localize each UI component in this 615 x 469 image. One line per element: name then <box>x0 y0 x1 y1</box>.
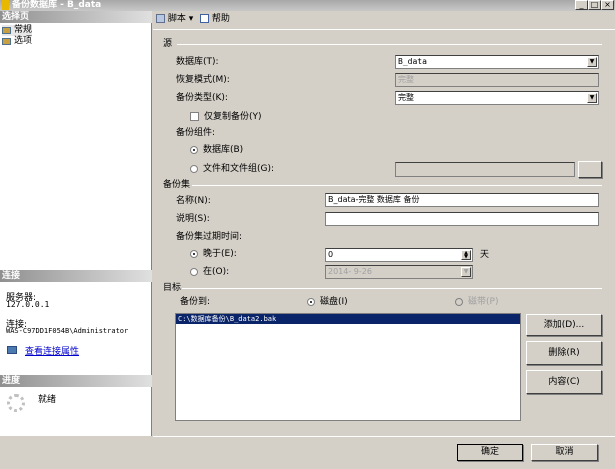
database-select[interactable]: B_data ▼ <box>395 55 599 69</box>
disk-radio[interactable]: 磁盘(I) <box>307 296 348 308</box>
recovery-model-field: 完整 <box>395 73 599 87</box>
database-value: B_data <box>398 57 427 66</box>
expire-label: 备份集过期时间: <box>176 232 243 242</box>
expire-after-radio[interactable]: 晚于(E): <box>190 248 237 260</box>
radio-label: 在(O): <box>203 267 230 277</box>
radio-icon <box>190 145 198 154</box>
spinner-arrows-icon[interactable]: ▲ ▼ <box>461 250 471 260</box>
name-label: 名称(N): <box>176 196 211 206</box>
backup-to-label: 备份到: <box>180 297 211 307</box>
chevron-down-icon: ▼ <box>461 267 471 277</box>
radio-label: 数据库(B) <box>203 145 244 155</box>
date-value: 2014- 9-26 <box>328 267 372 276</box>
script-label: 脚本 <box>167 14 186 24</box>
help-icon <box>200 14 209 23</box>
chevron-down-icon: ▼ <box>587 93 597 103</box>
connection-value: WAS-C97DD1F054B\Administrator <box>6 327 129 335</box>
database-label: 数据库(T): <box>176 57 219 67</box>
expire-on-radio[interactable]: 在(O): <box>190 266 229 278</box>
toolbar-divider <box>153 29 615 30</box>
chevron-down-icon: ▼ <box>587 57 597 67</box>
tape-radio: 磁带(P) <box>455 296 498 308</box>
recovery-model-label: 恢复模式(M): <box>176 75 230 85</box>
backup-component-label: 备份组件: <box>176 128 216 138</box>
select-page-header: 选择页 <box>0 11 152 23</box>
footer-divider <box>153 436 615 437</box>
dropdown-arrow-icon: ▾ <box>188 14 194 24</box>
radio-label: 磁盘(I) <box>320 297 348 307</box>
minimize-button[interactable]: _ <box>575 0 588 10</box>
database-icon <box>2 0 9 10</box>
connection-header: 连接 <box>0 270 152 282</box>
page-general[interactable]: 常规 <box>2 25 33 36</box>
radio-icon <box>455 297 463 306</box>
backup-type-label: 备份类型(K): <box>176 93 228 103</box>
expire-date-picker: 2014- 9-26 ▼ <box>325 265 473 279</box>
remove-button[interactable]: 删除(R) <box>526 341 602 365</box>
title-bar: 备份数据库 - B_data <box>0 0 615 11</box>
close-button[interactable]: × <box>601 0 614 10</box>
help-label: 帮助 <box>211 14 230 24</box>
cancel-button[interactable]: 取消 <box>531 444 598 461</box>
ok-button[interactable]: 确定 <box>457 444 523 461</box>
view-connection-properties-link[interactable]: 查看连接属性 <box>25 344 79 357</box>
backup-set-section-title: 备份集 <box>163 180 191 190</box>
divider <box>177 44 602 45</box>
destination-section-title: 目标 <box>163 283 182 293</box>
server-value: 127.0.0.1 <box>6 300 50 309</box>
description-label: 说明(S): <box>176 214 210 224</box>
help-button[interactable]: 帮助 <box>200 13 230 26</box>
backup-type-select[interactable]: 完整 ▼ <box>395 91 599 105</box>
page-label: 常规 <box>14 25 33 35</box>
source-section-title: 源 <box>163 39 173 49</box>
checkbox-icon <box>190 112 199 121</box>
add-button[interactable]: 添加(D)... <box>526 314 602 336</box>
page-icon <box>2 27 11 34</box>
script-button[interactable]: 脚本 ▾ <box>156 13 193 26</box>
radio-label: 晚于(E): <box>203 249 237 259</box>
radio-icon <box>307 297 315 306</box>
left-panel: 选择页 常规 选项 连接 服务器: 127.0.0.1 连接: WAS-C97D… <box>0 11 152 436</box>
destination-list[interactable]: C:\数据库备份\B_data2.bak <box>175 313 521 421</box>
script-icon <box>156 14 165 23</box>
progress-header: 进度 <box>0 375 152 387</box>
divider <box>182 288 602 289</box>
connection-properties-icon <box>7 346 17 354</box>
copy-only-checkbox[interactable]: 仅复制备份(Y) <box>190 111 262 123</box>
backup-type-value: 完整 <box>398 93 414 102</box>
files-field <box>395 162 575 177</box>
divider <box>192 185 602 186</box>
page-icon <box>2 38 11 45</box>
contents-button[interactable]: 内容(C) <box>526 370 602 394</box>
radio-label: 文件和文件组(G): <box>203 164 275 174</box>
progress-spinner-icon <box>7 394 25 412</box>
page-options[interactable]: 选项 <box>2 36 32 47</box>
description-input[interactable] <box>325 212 599 226</box>
window-title: 备份数据库 - B_data <box>12 0 102 10</box>
radio-icon <box>190 249 198 258</box>
name-input[interactable]: B_data-完整 数据库 备份 <box>325 193 599 207</box>
radio-icon <box>190 164 198 173</box>
copy-only-label: 仅复制备份(Y) <box>204 112 262 122</box>
list-item[interactable]: C:\数据库备份\B_data2.bak <box>176 314 520 324</box>
component-database-radio[interactable]: 数据库(B) <box>190 144 243 156</box>
progress-status: 就绪 <box>38 395 57 405</box>
days-stepper[interactable]: 0 ▲ ▼ <box>325 248 473 262</box>
days-value: 0 <box>328 250 334 259</box>
component-files-radio[interactable]: 文件和文件组(G): <box>190 163 274 175</box>
days-unit: 天 <box>480 250 490 260</box>
maximize-button[interactable]: □ <box>588 0 601 10</box>
radio-label: 磁带(P) <box>468 297 499 307</box>
browse-files-button[interactable] <box>578 161 602 178</box>
radio-icon <box>190 267 198 276</box>
page-label: 选项 <box>14 36 33 46</box>
